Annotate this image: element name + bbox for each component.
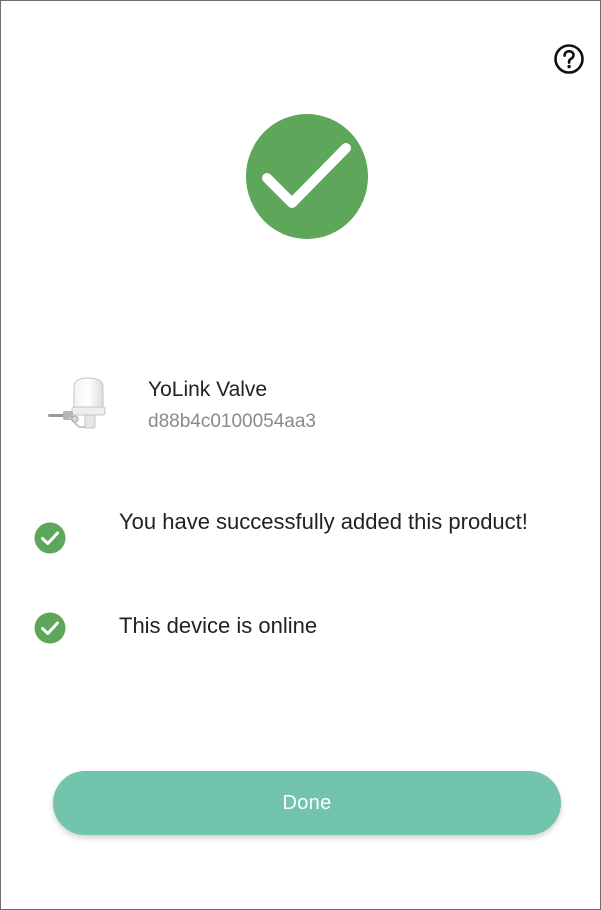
done-button-label: Done: [282, 791, 332, 814]
yolink-valve-device-icon: [48, 377, 106, 429]
done-button[interactable]: Done: [53, 771, 561, 835]
device-id: d88b4c0100054aa3: [148, 411, 317, 432]
check-circle-icon: [34, 522, 66, 554]
large-check-circle-icon: [246, 114, 368, 239]
help-button[interactable]: [552, 42, 586, 76]
device-name: YoLink Valve: [148, 378, 268, 401]
status-text-online: This device is online: [119, 613, 318, 638]
question-circle-icon: [554, 44, 584, 74]
check-circle-icon: [34, 612, 66, 644]
pairing-success-screen: YoLink Valve d88b4c0100054aa3 You have s…: [0, 0, 601, 910]
success-indicator: [245, 113, 369, 240]
status-text-added: You have successfully added this product…: [119, 509, 528, 534]
device-image: [45, 373, 115, 435]
